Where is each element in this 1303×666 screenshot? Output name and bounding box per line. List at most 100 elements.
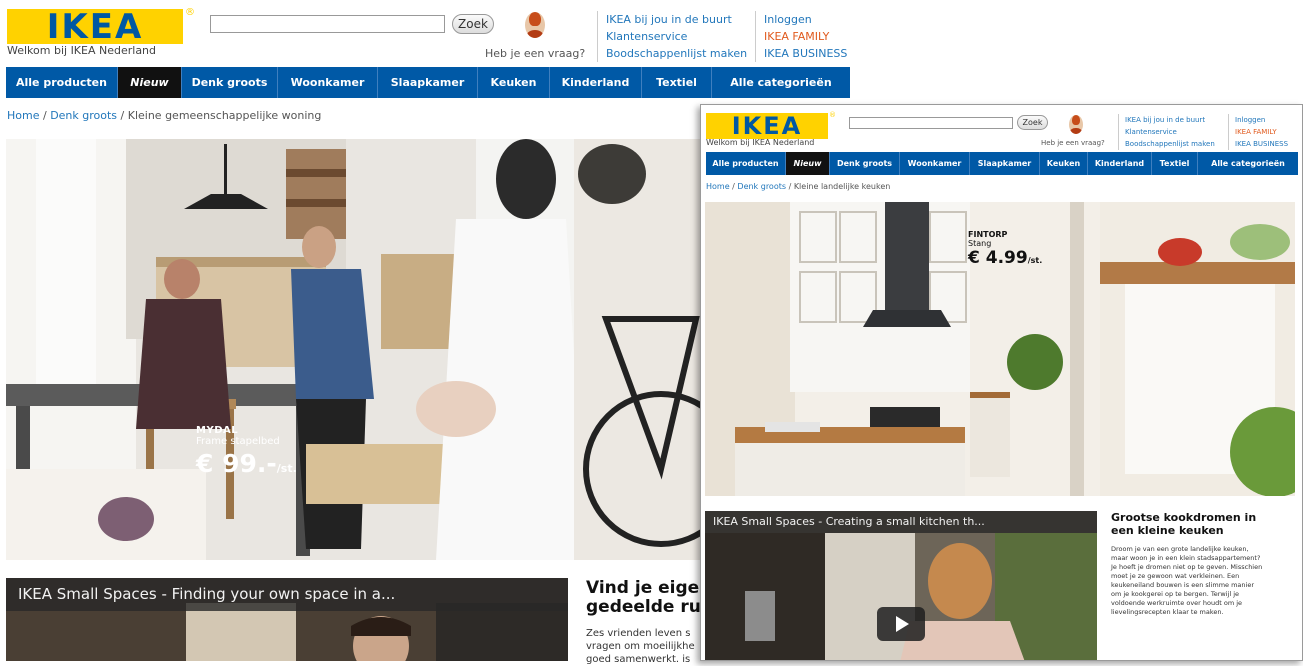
main-nav: Alle producten Nieuw Denk groots Woonkam… — [706, 152, 1298, 175]
body-line: Droom je van een grote landelijke keuken… — [1111, 545, 1249, 553]
breadcrumb: Home / Denk groots / Kleine gemeenschapp… — [7, 109, 322, 122]
breadcrumb-current: Kleine landelijke keuken — [793, 182, 891, 191]
nav-living-room[interactable]: Woonkamer — [900, 152, 970, 175]
video-player[interactable]: IKEA Small Spaces - Creating a small kit… — [705, 511, 1097, 660]
product-name: FINTORP — [968, 230, 1008, 239]
ikea-business-link[interactable]: IKEA BUSINESS — [764, 45, 847, 62]
front-page: IKEA ® Welkom bij IKEA Nederland Zoek He… — [700, 104, 1303, 661]
heading-line: Vind je eige — [586, 579, 700, 598]
nav-kids[interactable]: Kinderland — [550, 67, 642, 98]
article-heading: Vind je eige gedeelde ru — [586, 579, 701, 617]
help-question-link[interactable]: Heb je een vraag? — [1041, 139, 1105, 147]
product-description: Stang — [968, 239, 992, 248]
article-body: Zes vrienden leven s vragen om moeilijkh… — [586, 627, 701, 666]
nav-all-products[interactable]: Alle producten — [6, 67, 118, 98]
search-input[interactable] — [210, 15, 445, 33]
product-price-tag[interactable]: FINTORP Stang € 4.99/st. — [968, 230, 1042, 268]
heading-line: gedeelde ru — [586, 597, 701, 617]
help-question-link[interactable]: Heb je een vraag? — [485, 47, 585, 60]
hero-image-country-kitchen[interactable]: FINTORP Stang € 4.99/st. — [705, 202, 1295, 496]
registered-mark: ® — [829, 111, 838, 119]
product-description: Frame stapelbed — [196, 436, 280, 447]
store-locator-link[interactable]: IKEA bij jou in de buurt — [606, 11, 747, 28]
nav-textile[interactable]: Textiel — [642, 67, 712, 98]
nav-textile[interactable]: Textiel — [1152, 152, 1198, 175]
price-value: € 99.- — [196, 449, 277, 478]
body-line: om je kookgerei op te bergen. Terwijl je — [1111, 590, 1240, 598]
ikea-logo[interactable]: IKEA ® — [7, 6, 195, 47]
body-line: maar woon je in een klein stadsapparteme… — [1111, 554, 1261, 562]
header-links-left: IKEA bij jou in de buurt Klantenservice … — [597, 11, 747, 62]
welcome-text: Welkom bij IKEA Nederland — [7, 44, 157, 57]
body-line: lievelingsrecepten klaar te maken. — [1111, 608, 1224, 616]
body-line: voldoende werkruimte over houdt om je — [1111, 599, 1243, 607]
heading-line: een kleine keuken — [1111, 524, 1224, 537]
room-illustration — [6, 139, 700, 560]
search-button[interactable]: Zoek — [1017, 115, 1048, 130]
breadcrumb-home[interactable]: Home — [7, 109, 39, 122]
breadcrumb: Home / Denk groots / Kleine landelijke k… — [706, 182, 891, 191]
customer-service-link[interactable]: Klantenservice — [606, 28, 747, 45]
registered-mark: ® — [185, 7, 197, 18]
product-name: MYDAL — [196, 425, 239, 436]
shopping-list-link[interactable]: Boodschappenlijst maken — [1125, 138, 1215, 150]
body-line: vragen om moeilijkhe — [586, 641, 695, 652]
hero-image-shared-home[interactable]: MYDAL Frame stapelbed € 99.-/st. — [6, 139, 700, 560]
logo-text: IKEA — [731, 112, 803, 140]
nav-kids[interactable]: Kinderland — [1088, 152, 1152, 175]
breadcrumb-current: Kleine gemeenschappelijke woning — [127, 109, 322, 122]
nav-bedroom[interactable]: Slaapkamer — [970, 152, 1040, 175]
body-line: moet je ze gewoon wat verkleinen. Een — [1111, 572, 1240, 580]
ikea-family-link[interactable]: IKEA FAMILY — [1235, 126, 1288, 138]
video-title: IKEA Small Spaces - Finding your own spa… — [6, 578, 568, 611]
article-body: Droom je van een grote landelijke keuken… — [1111, 545, 1296, 617]
ikea-logo[interactable]: IKEA ® — [706, 111, 836, 140]
nav-all-products[interactable]: Alle producten — [706, 152, 786, 175]
main-nav: Alle producten Nieuw Denk groots Woonkam… — [6, 67, 850, 98]
nav-kitchen[interactable]: Keuken — [1040, 152, 1088, 175]
login-link[interactable]: Inloggen — [1235, 114, 1288, 126]
price-unit: /st. — [1027, 256, 1043, 265]
video-player[interactable]: IKEA Small Spaces - Finding your own spa… — [6, 578, 568, 661]
nav-all-categories[interactable]: Alle categorieën — [712, 67, 850, 98]
breadcrumb-home[interactable]: Home — [706, 182, 730, 191]
header-links-left: IKEA bij jou in de buurt Klantenservice … — [1118, 114, 1215, 150]
breadcrumb-think-big[interactable]: Denk groots — [50, 109, 117, 122]
product-price: € 99.-/st. — [196, 449, 297, 478]
video-title: IKEA Small Spaces - Creating a small kit… — [705, 511, 1097, 533]
price-value: € 4.99 — [968, 248, 1028, 268]
nav-think-big[interactable]: Denk groots — [830, 152, 900, 175]
logo-text: IKEA — [46, 6, 144, 47]
nav-bedroom[interactable]: Slaapkamer — [378, 67, 478, 98]
body-line: keukeneiland bouwen is een slimme manier — [1111, 581, 1255, 589]
body-line: Zes vrienden leven s — [586, 628, 691, 639]
nav-living-room[interactable]: Woonkamer — [278, 67, 378, 98]
search-button[interactable]: Zoek — [452, 14, 494, 34]
help-avatar-icon[interactable] — [1069, 115, 1083, 134]
ikea-business-link[interactable]: IKEA BUSINESS — [1235, 138, 1288, 150]
breadcrumb-think-big[interactable]: Denk groots — [737, 182, 786, 191]
article-heading: Grootse kookdromen in een kleine keuken — [1111, 511, 1296, 537]
header-links-right: Inloggen IKEA FAMILY IKEA BUSINESS — [1228, 114, 1288, 150]
nav-kitchen[interactable]: Keuken — [478, 67, 550, 98]
product-price-tag[interactable]: MYDAL Frame stapelbed € 99.-/st. — [196, 425, 297, 478]
help-avatar-icon[interactable] — [525, 12, 545, 38]
shopping-list-link[interactable]: Boodschappenlijst maken — [606, 45, 747, 62]
login-link[interactable]: Inloggen — [764, 11, 847, 28]
ikea-family-link[interactable]: IKEA FAMILY — [764, 28, 847, 45]
price-unit: /st. — [276, 462, 297, 475]
play-icon[interactable] — [877, 607, 925, 641]
nav-new[interactable]: Nieuw — [118, 67, 182, 98]
header-links-right: Inloggen IKEA FAMILY IKEA BUSINESS — [755, 11, 847, 62]
search-input[interactable] — [849, 117, 1013, 129]
body-line: Je hoeft je dromen niet op te geven. Mis… — [1111, 563, 1263, 571]
nav-think-big[interactable]: Denk groots — [182, 67, 278, 98]
heading-line: Grootse kookdromen in — [1111, 511, 1257, 524]
store-locator-link[interactable]: IKEA bij jou in de buurt — [1125, 114, 1215, 126]
body-line: goed samenwerkt. is — [586, 654, 691, 665]
welcome-text: Welkom bij IKEA Nederland — [706, 138, 815, 147]
customer-service-link[interactable]: Klantenservice — [1125, 126, 1215, 138]
nav-new[interactable]: Nieuw — [786, 152, 830, 175]
product-price: € 4.99/st. — [968, 248, 1042, 268]
nav-all-categories[interactable]: Alle categorieën — [1198, 152, 1298, 175]
